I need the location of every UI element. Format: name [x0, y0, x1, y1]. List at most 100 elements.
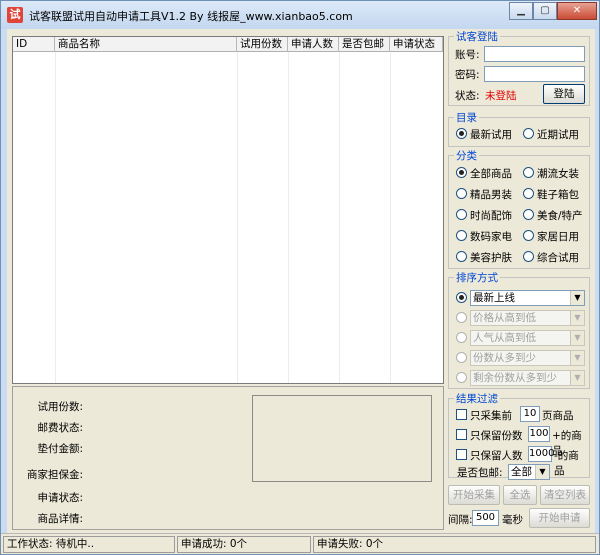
keep-people-suffix: -的商品	[554, 450, 579, 477]
sort-select[interactable]: 人气从高到低 ▼	[470, 330, 585, 346]
category-radio[interactable]	[456, 188, 467, 199]
sort-radio[interactable]	[456, 352, 467, 363]
detail-label-copies: 试用份数:	[37, 401, 83, 413]
sort-select[interactable]: 最新上线 ▼	[470, 290, 585, 306]
column-divider	[288, 52, 289, 383]
category-label: 数码家电	[470, 231, 512, 243]
sort-select-value: 剩余份数从多到少	[473, 372, 557, 384]
chevron-down-icon[interactable]: ▼	[535, 465, 549, 479]
sort-select[interactable]: 份数从多到少 ▼	[470, 350, 585, 366]
keep-copies-label: 只保留份数	[470, 430, 523, 442]
chevron-down-icon[interactable]: ▼	[570, 291, 584, 305]
column-header-copies[interactable]: 试用份数	[237, 37, 288, 52]
category-label: 美食/特产	[537, 210, 583, 222]
login-status-label: 状态:	[455, 90, 480, 102]
login-status-value: 未登陆	[485, 90, 517, 102]
status-bar: 工作状态: 待机中.. 申请成功: 0个 申请失败: 0个	[1, 533, 599, 554]
shipping-filter-value: 全部	[511, 466, 532, 478]
collect-pages-checkbox[interactable]	[456, 409, 467, 420]
chevron-down-icon[interactable]: ▼	[570, 371, 584, 385]
column-divider	[339, 52, 340, 383]
start-collect-button[interactable]: 开始采集	[448, 485, 500, 505]
product-table[interactable]: ID 商品名称 试用份数 申请人数 是否包邮 申请状态	[12, 36, 444, 384]
keep-copies-input[interactable]: 100	[528, 426, 550, 442]
category-radio[interactable]	[523, 230, 534, 241]
login-button[interactable]: 登陆	[543, 84, 585, 104]
category-label: 综合试用	[537, 252, 579, 264]
sort-radio[interactable]	[456, 332, 467, 343]
collect-pages-input[interactable]: 10	[520, 406, 540, 422]
chevron-down-icon[interactable]: ▼	[570, 311, 584, 325]
category-label: 全部商品	[470, 168, 512, 180]
catalog-radio-latest[interactable]	[456, 128, 467, 139]
category-group: 分类 全部商品 潮流女装 精品男装 鞋子箱包 时尚配饰 美食/特产 数码家电 家居日用 美容护肤…	[448, 148, 590, 269]
column-divider	[390, 52, 391, 383]
sort-radio[interactable]	[456, 312, 467, 323]
catalog-label-latest: 最新试用	[470, 129, 512, 141]
sort-radio[interactable]	[456, 372, 467, 383]
detail-label-deposit: 商家担保金:	[26, 469, 83, 481]
start-apply-button[interactable]: 开始申请	[529, 508, 590, 528]
category-radio[interactable]	[456, 167, 467, 178]
status-success: 申请成功: 0个	[177, 536, 311, 553]
sort-select[interactable]: 剩余份数从多到少 ▼	[470, 370, 585, 386]
login-group: 试客登陆 账号: 密码: 状态: 未登陆 登陆	[448, 29, 590, 106]
column-divider	[237, 52, 238, 383]
filter-group: 结果过滤 只采集前 10 页商品 只保留份数 100 +的商品 只保留人数 10…	[448, 391, 590, 480]
login-group-title: 试客登陆	[454, 29, 500, 44]
client-area: ID 商品名称 试用份数 申请人数 是否包邮 申请状态 试用份数: 邮费状态: …	[7, 29, 595, 533]
minimize-icon[interactable]: ▁	[509, 2, 533, 20]
account-label: 账号:	[455, 49, 480, 61]
keep-people-label: 只保留人数	[470, 450, 523, 462]
detail-panel: 试用份数: 邮费状态: 垫付金额: 商家担保金: 申请状态: 商品详情:	[12, 386, 444, 530]
keep-people-input[interactable]: 1000	[528, 446, 554, 462]
category-radio[interactable]	[523, 251, 534, 262]
clear-list-button[interactable]: 清空列表	[540, 485, 590, 505]
category-radio[interactable]	[456, 230, 467, 241]
keep-copies-checkbox[interactable]	[456, 429, 467, 440]
column-header-applicants[interactable]: 申请人数	[288, 37, 339, 52]
category-group-title: 分类	[454, 148, 479, 163]
detail-label-apply-status: 申请状态:	[37, 492, 83, 504]
column-header-id[interactable]: ID	[13, 37, 55, 52]
chevron-down-icon[interactable]: ▼	[570, 331, 584, 345]
sort-radio[interactable]	[456, 292, 467, 303]
close-icon[interactable]: ✕	[557, 2, 597, 20]
catalog-radio-recent[interactable]	[523, 128, 534, 139]
password-input[interactable]	[484, 66, 585, 82]
interval-unit: 毫秒	[502, 514, 523, 526]
category-radio[interactable]	[523, 209, 534, 220]
category-label: 潮流女装	[537, 168, 579, 180]
title-bar: 试 试客联盟试用自动申请工具V1.2 By 线报屋_www.xianbao5.c…	[1, 1, 599, 29]
sort-select[interactable]: 价格从高到低 ▼	[470, 310, 585, 326]
column-header-name[interactable]: 商品名称	[55, 37, 237, 52]
sort-group-title: 排序方式	[454, 270, 500, 285]
detail-label-shipping: 邮费状态:	[37, 422, 83, 434]
column-header-free-shipping[interactable]: 是否包邮	[339, 37, 390, 52]
status-work: 工作状态: 待机中..	[3, 536, 175, 553]
interval-input[interactable]: 500	[472, 510, 499, 526]
filter-group-title: 结果过滤	[454, 391, 500, 406]
category-radio[interactable]	[456, 209, 467, 220]
category-radio[interactable]	[523, 167, 534, 178]
chevron-down-icon[interactable]: ▼	[570, 351, 584, 365]
interval-label: 间隔:	[448, 514, 473, 526]
keep-people-checkbox[interactable]	[456, 449, 467, 460]
category-radio[interactable]	[523, 188, 534, 199]
detail-label-advance: 垫付金额:	[37, 443, 83, 455]
table-header: ID 商品名称 试用份数 申请人数 是否包邮 申请状态	[13, 37, 443, 52]
column-header-apply-status[interactable]: 申请状态	[390, 37, 443, 52]
sort-group: 排序方式 最新上线 ▼ 价格从高到低 ▼ 人气从高到低 ▼ 份数从多到少 ▼ 剩余份数从多到少 ▼	[448, 270, 590, 389]
password-label: 密码:	[455, 69, 480, 81]
select-all-button[interactable]: 全选	[503, 485, 537, 505]
account-input[interactable]	[484, 46, 585, 62]
category-label: 时尚配饰	[470, 210, 512, 222]
maximize-icon[interactable]: ▢	[533, 2, 557, 20]
window-title: 试客联盟试用自动申请工具V1.2 By 线报屋_www.xianbao5.com	[29, 10, 353, 23]
sort-select-value: 最新上线	[473, 292, 515, 304]
detail-label-product-detail: 商品详情:	[37, 513, 83, 525]
collect-pages-suffix: 页商品	[542, 410, 574, 422]
shipping-filter-select[interactable]: 全部 ▼	[508, 464, 550, 480]
category-radio[interactable]	[456, 251, 467, 262]
catalog-label-recent: 近期试用	[537, 129, 579, 141]
